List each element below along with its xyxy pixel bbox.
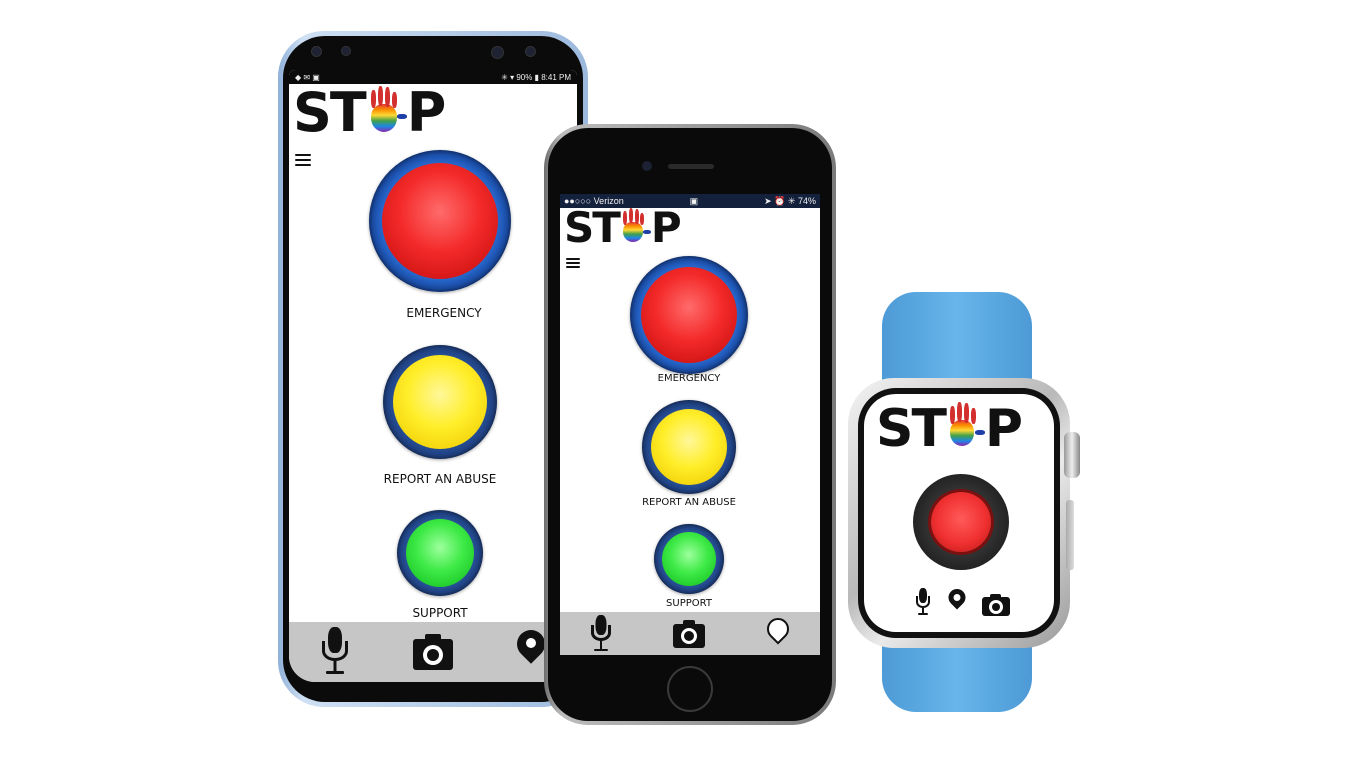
front-camera-icon — [491, 46, 504, 59]
hand-logo-icon — [945, 398, 985, 454]
microphone-icon[interactable] — [320, 627, 350, 677]
location-pin-icon[interactable] — [762, 612, 794, 652]
battery-percent: 74% — [797, 195, 816, 206]
emergency-button[interactable] — [369, 150, 511, 292]
report-abuse-button[interactable] — [383, 345, 497, 459]
stop-logo: ST P — [564, 203, 682, 252]
stop-logo: ST P — [293, 81, 446, 144]
hamburger-menu-icon[interactable] — [566, 258, 580, 268]
report-abuse-label: REPORT AN ABUSE — [383, 472, 497, 486]
status-right: ➤ ⏰ ✳ 74% — [764, 195, 816, 206]
digital-crown[interactable] — [1064, 432, 1080, 478]
watch-screen: ST P — [864, 394, 1054, 632]
microphone-icon[interactable] — [914, 588, 932, 616]
emergency-button[interactable] — [913, 474, 1009, 570]
sensor-icon — [341, 46, 351, 56]
location-pin-icon[interactable] — [944, 585, 970, 616]
location-pin-icon[interactable] — [510, 624, 551, 676]
emergency-label: EMERGENCY — [657, 373, 721, 384]
emergency-label: EMERGENCY — [406, 306, 482, 320]
support-button[interactable] — [397, 510, 483, 596]
iphone-frame: ●●○○○ Verizon ▣ ➤ ⏰ ✳ 74% ST P EMERGENCY… — [548, 128, 832, 721]
status-right: ✳ ▾ 90% ▮ 8:41 PM — [501, 72, 571, 82]
front-camera-icon — [642, 161, 652, 171]
lock-icon: ▣ — [689, 195, 699, 206]
watch-icon-row — [914, 585, 1010, 616]
bottom-toolbar — [560, 612, 820, 655]
report-abuse-label: REPORT AN ABUSE — [642, 497, 736, 508]
android-screen: ◆ ✉ ▣ ✳ ▾ 90% ▮ 8:41 PM ST P EMERGENCY R… — [289, 70, 577, 682]
home-button[interactable] — [667, 666, 713, 712]
iphone-screen: ●●○○○ Verizon ▣ ➤ ⏰ ✳ 74% ST P EMERGENCY… — [560, 194, 820, 655]
status-time: 8:41 PM — [541, 72, 571, 82]
stop-logo: ST P — [876, 398, 1023, 459]
hand-logo-icon — [365, 84, 407, 136]
hamburger-menu-icon[interactable] — [295, 154, 311, 166]
camera-icon[interactable] — [672, 619, 705, 648]
support-label: SUPPORT — [666, 598, 712, 609]
hand-logo-icon — [619, 206, 651, 246]
emergency-button[interactable] — [630, 256, 748, 374]
camera-icon[interactable] — [982, 594, 1010, 616]
android-frame: ◆ ✉ ▣ ✳ ▾ 90% ▮ 8:41 PM ST P EMERGENCY R… — [283, 36, 583, 702]
support-label: SUPPORT — [412, 606, 468, 620]
sensor-icon — [311, 46, 322, 57]
android-phone: ◆ ✉ ▣ ✳ ▾ 90% ▮ 8:41 PM ST P EMERGENCY R… — [278, 31, 588, 707]
sensor-icon — [525, 46, 536, 57]
watch-band-top — [882, 292, 1032, 392]
microphone-icon[interactable] — [590, 614, 612, 653]
support-button[interactable] — [654, 524, 724, 594]
earpiece-speaker — [668, 164, 714, 169]
report-abuse-button[interactable] — [642, 400, 736, 494]
camera-icon[interactable] — [412, 634, 453, 670]
bottom-toolbar — [289, 622, 577, 682]
side-button[interactable] — [1066, 500, 1074, 570]
iphone: ●●○○○ Verizon ▣ ➤ ⏰ ✳ 74% ST P EMERGENCY… — [544, 124, 836, 725]
